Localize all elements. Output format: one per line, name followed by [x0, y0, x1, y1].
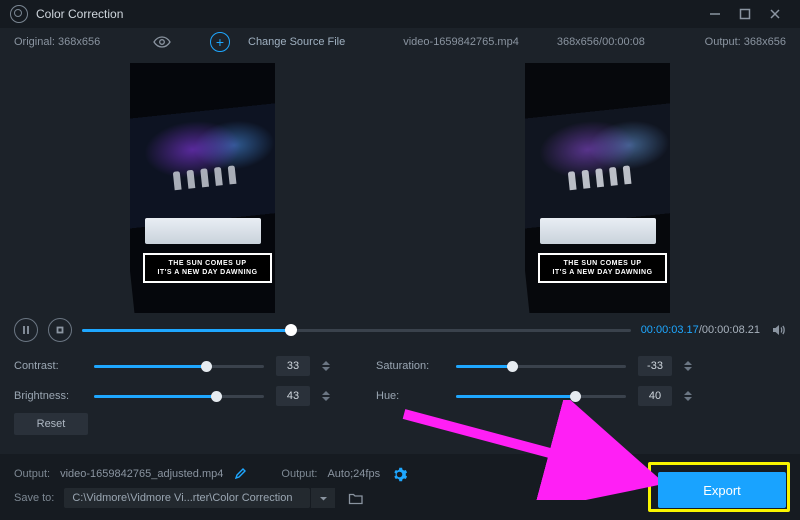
seek-slider[interactable]: [82, 323, 631, 337]
volume-icon[interactable]: [770, 323, 786, 337]
hue-slider[interactable]: [456, 389, 626, 403]
hue-value[interactable]: 40: [638, 386, 672, 406]
contrast-slider[interactable]: [94, 359, 264, 373]
brightness-label: Brightness:: [14, 390, 82, 402]
contrast-stepper[interactable]: [322, 356, 336, 376]
rename-icon[interactable]: [233, 467, 247, 481]
source-bar: Original: 368x656 + Change Source File v…: [0, 28, 800, 56]
source-dims-duration: 368x656/00:00:08: [557, 36, 645, 48]
window-title: Color Correction: [36, 7, 123, 21]
output-settings-value: Auto;24fps: [327, 468, 380, 480]
stop-button[interactable]: [48, 318, 72, 342]
hue-label: Hue:: [376, 390, 444, 402]
saturation-stepper[interactable]: [684, 356, 698, 376]
reset-button[interactable]: Reset: [14, 413, 88, 435]
settings-gear-icon[interactable]: [390, 465, 408, 483]
save-path-field[interactable]: C:\Vidmore\Vidmore Vi...rter\Color Corre…: [64, 488, 310, 508]
saturation-value[interactable]: -33: [638, 356, 672, 376]
contrast-label: Contrast:: [14, 360, 82, 372]
output-filename: video-1659842765_adjusted.mp4: [60, 468, 223, 480]
app-logo-icon: [10, 5, 28, 23]
source-filename: video-1659842765.mp4: [403, 36, 519, 48]
seek-fill: [82, 329, 291, 332]
preview-output: THE SUN COMES UPIT'S A NEW DAY DAWNING: [525, 63, 670, 313]
preview-toggle-icon[interactable]: [152, 36, 172, 48]
output-settings-label: Output:: [281, 468, 317, 480]
save-path-dropdown[interactable]: [310, 488, 335, 508]
time-display: 00:00:03.17/00:00:08.21: [641, 324, 760, 336]
seek-thumb: [285, 324, 297, 336]
change-source-button[interactable]: Change Source File: [248, 36, 345, 48]
title-bar: Color Correction: [0, 0, 800, 28]
video-caption: THE SUN COMES UPIT'S A NEW DAY DAWNING: [538, 253, 667, 283]
pause-button[interactable]: [14, 318, 38, 342]
add-source-icon[interactable]: +: [210, 32, 230, 52]
output-dimensions: Output: 368x656: [705, 36, 786, 48]
save-to-label: Save to:: [14, 492, 54, 504]
minimize-button[interactable]: [700, 4, 730, 24]
close-button[interactable]: [760, 4, 790, 24]
output-file-label: Output:: [14, 468, 50, 480]
brightness-slider[interactable]: [94, 389, 264, 403]
maximize-button[interactable]: [730, 4, 760, 24]
preview-original: THE SUN COMES UPIT'S A NEW DAY DAWNING: [130, 63, 275, 313]
export-button[interactable]: Export: [658, 472, 786, 508]
color-controls: Contrast: 33 Saturation: -33 Brightness:…: [0, 345, 800, 435]
bottom-bar: Output: video-1659842765_adjusted.mp4 Ou…: [0, 454, 800, 520]
brightness-value[interactable]: 43: [276, 386, 310, 406]
hue-stepper[interactable]: [684, 386, 698, 406]
preview-area: THE SUN COMES UPIT'S A NEW DAY DAWNING T…: [0, 56, 800, 315]
video-caption: THE SUN COMES UPIT'S A NEW DAY DAWNING: [143, 253, 272, 283]
open-folder-icon[interactable]: [345, 488, 367, 508]
transport-bar: 00:00:03.17/00:00:08.21: [0, 315, 800, 345]
original-dimensions: Original: 368x656: [14, 36, 134, 48]
brightness-stepper[interactable]: [322, 386, 336, 406]
saturation-slider[interactable]: [456, 359, 626, 373]
saturation-label: Saturation:: [376, 360, 444, 372]
contrast-value[interactable]: 33: [276, 356, 310, 376]
